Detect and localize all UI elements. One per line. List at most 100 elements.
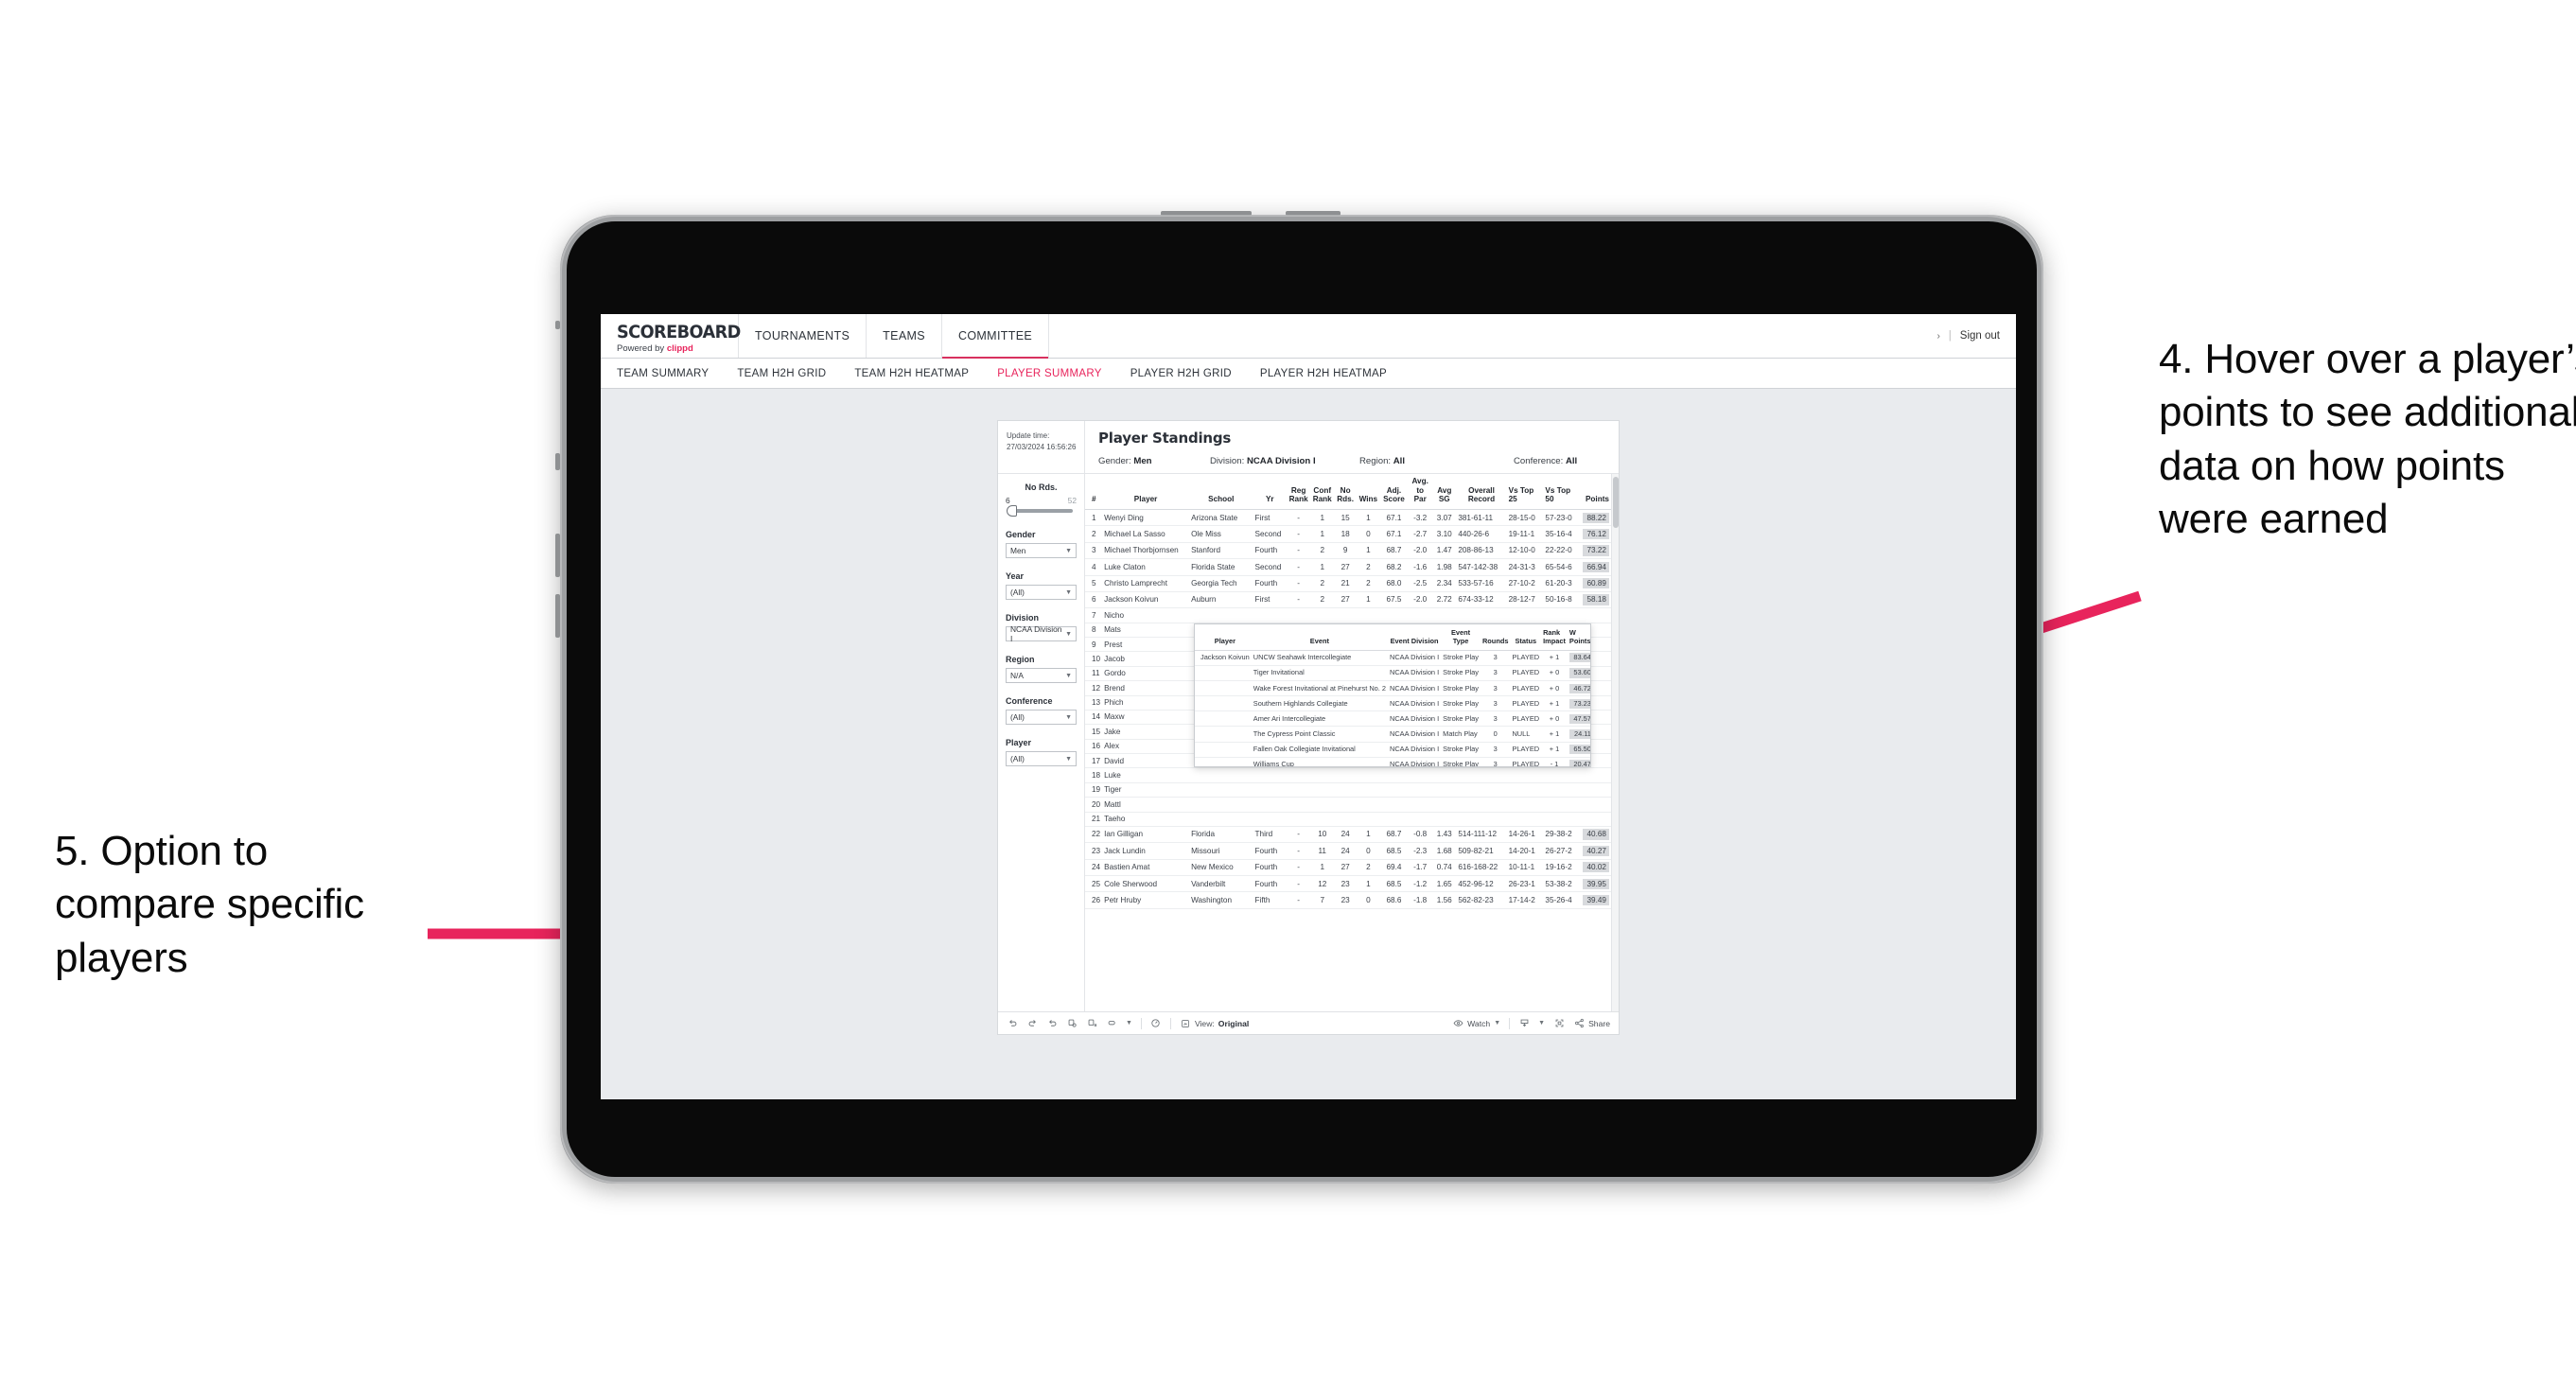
points-value[interactable]: 39.95: [1583, 878, 1609, 889]
update-time-label: Update time:: [1007, 431, 1050, 440]
subnav-item-team-h2h-grid[interactable]: TEAM H2H GRID: [737, 368, 826, 379]
cell-player: Prest: [1102, 637, 1190, 653]
cell-reg: -: [1287, 842, 1311, 860]
table-row[interactable]: 22 Ian Gilligan Florida Third -10 24 1 68.7 -0.8…: [1085, 826, 1619, 844]
subnav-item-team-summary[interactable]: TEAM SUMMARY: [617, 368, 709, 379]
col-reg-rank[interactable]: Reg Rank: [1287, 474, 1311, 511]
device-button-top-1: [1161, 211, 1252, 216]
tt-cell-status: PLAYED: [1510, 695, 1542, 712]
slider-handle[interactable]: [1007, 505, 1017, 517]
points-value[interactable]: 73.22: [1583, 545, 1609, 556]
tt-cell-player: [1195, 742, 1252, 758]
table-row[interactable]: 20 Mattl: [1085, 797, 1619, 813]
cell-adj: [1379, 607, 1409, 623]
points-value[interactable]: 40.27: [1583, 845, 1609, 857]
download-icon[interactable]: [1518, 1018, 1530, 1029]
filter-conference-select[interactable]: (All) ▼: [1006, 710, 1077, 725]
filter-player-select[interactable]: (All) ▼: [1006, 751, 1077, 766]
share-button[interactable]: Share: [1573, 1018, 1610, 1029]
points-value[interactable]: 76.12: [1583, 528, 1609, 540]
sign-out-link[interactable]: Sign out: [1960, 330, 2000, 342]
table-row[interactable]: 24 Bastien Amat New Mexico Fourth -1 27 2 69.4-…: [1085, 859, 1619, 877]
table-row[interactable]: 26 Petr Hruby Washington Fifth -7 23 0 68.6 -1.8…: [1085, 891, 1619, 909]
cell-sg: 3.07: [1432, 509, 1457, 527]
table-row[interactable]: 23 Jack Lundin Missouri Fourth -11 24 0 68.5 -2.…: [1085, 842, 1619, 860]
topnav-item-tournaments[interactable]: TOURNAMENTS: [739, 314, 867, 358]
points-value[interactable]: 88.22: [1583, 512, 1609, 523]
col-avg-sg[interactable]: Avg SG: [1432, 474, 1457, 511]
device-preview-icon[interactable]: [1150, 1018, 1162, 1029]
no-rounds-slider[interactable]: [1007, 505, 1073, 517]
pause-icon[interactable]: [1086, 1018, 1097, 1029]
redo-icon[interactable]: [1026, 1018, 1038, 1029]
watch-button[interactable]: Watch ▼: [1452, 1018, 1500, 1029]
cell-n: 9: [1085, 637, 1103, 653]
filter-gender-select[interactable]: Men ▼: [1006, 543, 1077, 558]
table-row[interactable]: 4 Luke Claton Florida State Second -1 27 2 68.2…: [1085, 558, 1619, 576]
table-row[interactable]: 5 Christo Lamprecht Georgia Tech Fourth -2 21…: [1085, 575, 1619, 592]
undo-icon[interactable]: [1007, 1018, 1018, 1029]
points-value[interactable]: 40.68: [1583, 829, 1609, 840]
revert-icon[interactable]: [1046, 1018, 1058, 1029]
cell-school: Auburn: [1189, 591, 1253, 609]
subnav-item-player-h2h-heatmap[interactable]: PLAYER H2H HEATMAP: [1260, 368, 1387, 379]
tt-cell-rounds: 3: [1480, 742, 1511, 758]
tt-cell-event: Tiger Invitational: [1251, 665, 1388, 682]
cell-n: 5: [1085, 575, 1103, 592]
subnav-item-team-h2h-heatmap[interactable]: TEAM H2H HEATMAP: [854, 368, 969, 379]
table-row[interactable]: 7 Nicho: [1085, 607, 1619, 623]
col-yr[interactable]: Yr: [1253, 474, 1288, 511]
viz-toolbar: ▼ View: Original Watch ▼ ▼ Share: [998, 1011, 1619, 1034]
col-avg-to-par[interactable]: Avg. to Par: [1408, 474, 1433, 511]
brand-logo[interactable]: SCOREBOARD Powered by clippd: [601, 314, 741, 358]
points-value[interactable]: 40.02: [1583, 862, 1609, 873]
chevron-down-icon[interactable]: ▼: [1538, 1020, 1545, 1026]
tt-cell-status: PLAYED: [1510, 665, 1542, 682]
table-row[interactable]: 1 Wenyi Ding Arizona State First -1 15 1 67.1 -3…: [1085, 509, 1619, 527]
filter-division-select[interactable]: NCAA Division I ▼: [1006, 624, 1077, 643]
refresh-icon[interactable]: [1066, 1018, 1078, 1029]
topnav-item-teams[interactable]: TEAMS: [867, 314, 942, 358]
table-row[interactable]: 3 Michael Thorbjornsen Stanford Fourth -2 9 1 6…: [1085, 542, 1619, 560]
table-row[interactable]: 19 Tiger: [1085, 782, 1619, 798]
points-value[interactable]: 60.89: [1583, 578, 1609, 589]
col-school[interactable]: School: [1189, 474, 1253, 511]
col-conf-rank[interactable]: Conf Rank: [1310, 474, 1335, 511]
col-overall-record[interactable]: Overall Record: [1456, 474, 1507, 511]
table-row[interactable]: 6 Jackson Koivun Auburn First -2 27 1 67.5 -2.0 2…: [1085, 591, 1619, 609]
points-value[interactable]: 58.18: [1583, 594, 1609, 605]
table-row[interactable]: 21 Taeho: [1085, 812, 1619, 827]
cell-reg: -: [1287, 591, 1311, 609]
reset-icon[interactable]: [1106, 1018, 1117, 1029]
subnav-item-player-h2h-grid[interactable]: PLAYER H2H GRID: [1130, 368, 1232, 379]
cell-rds: 23: [1334, 875, 1357, 893]
table-row[interactable]: 2 Michael La Sasso Ole Miss Second -1 18 0 67.1…: [1085, 525, 1619, 543]
scrollbar-thumb[interactable]: [1613, 477, 1619, 528]
table-row[interactable]: 25 Cole Sherwood Vanderbilt Fourth -12 23 1 68.…: [1085, 875, 1619, 893]
filter-region-select[interactable]: N/A ▼: [1006, 668, 1077, 683]
cell-rds: 23: [1334, 891, 1357, 909]
col-player[interactable]: Player: [1102, 474, 1190, 511]
view-original-button[interactable]: View: Original: [1180, 1018, 1249, 1029]
table-vertical-scrollbar[interactable]: [1611, 474, 1619, 1011]
filter-year-select[interactable]: (All) ▼: [1006, 585, 1077, 600]
cell-t50: [1543, 812, 1581, 827]
chevron-down-icon[interactable]: ▼: [1126, 1020, 1132, 1026]
col-wins[interactable]: Wins: [1356, 474, 1380, 511]
chevron-right-icon[interactable]: ›: [1936, 331, 1939, 342]
col-vs-top-25[interactable]: Vs Top 25: [1506, 474, 1544, 511]
fullscreen-icon[interactable]: [1553, 1018, 1565, 1029]
tooltip-row: Williams Cup NCAA Division I Stroke Play 3 P…: [1195, 757, 1590, 766]
player-standings-table-area[interactable]: # Player School Yr Reg Rank Conf Rank No…: [1085, 474, 1619, 1011]
cell-player: Tiger: [1102, 782, 1190, 798]
col-adj-score[interactable]: Adj. Score: [1379, 474, 1409, 511]
topnav-item-committee[interactable]: COMMITTEE: [941, 314, 1050, 359]
points-value[interactable]: 66.94: [1583, 561, 1609, 572]
points-value[interactable]: 39.49: [1583, 894, 1609, 906]
col-no-rds[interactable]: No Rds.: [1334, 474, 1357, 511]
subnav-item-player-summary[interactable]: PLAYER SUMMARY: [997, 368, 1102, 379]
filter-year-label: Year: [1006, 571, 1025, 581]
col-rank[interactable]: #: [1085, 474, 1103, 511]
col-vs-top-50[interactable]: Vs Top 50: [1543, 474, 1581, 511]
table-row[interactable]: 18 Luke: [1085, 767, 1619, 783]
